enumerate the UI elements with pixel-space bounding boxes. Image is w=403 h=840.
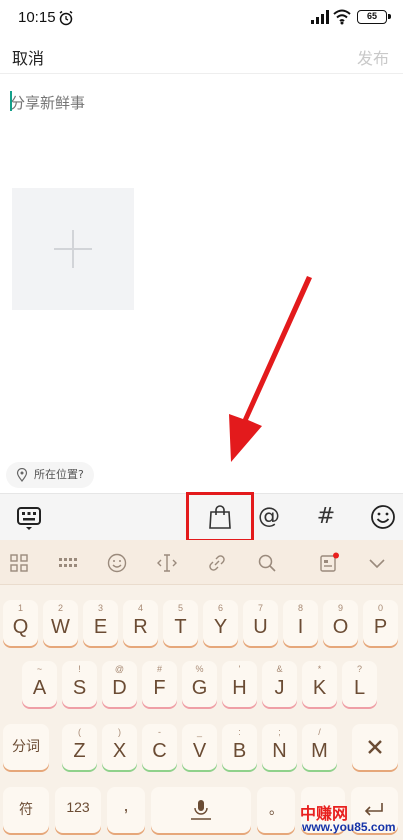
key-h[interactable]: ' H [222, 661, 257, 707]
location-button[interactable]: 所在位置? [6, 462, 94, 488]
cancel-button[interactable]: 取消 [12, 45, 44, 69]
key-n[interactable]: ; N [262, 724, 297, 770]
key-p[interactable]: 0P [363, 600, 398, 646]
status-time: 10:15 [18, 9, 56, 26]
key-u[interactable]: 7U [243, 600, 278, 646]
key-q[interactable]: 1Q [3, 600, 38, 646]
clipboard-icon[interactable] [318, 552, 340, 574]
symbol-key[interactable]: 符 [3, 787, 49, 833]
delete-key[interactable] [352, 724, 398, 770]
keyboard-toggle-icon[interactable] [14, 502, 44, 532]
key-r[interactable]: 4R [123, 600, 158, 646]
key-b[interactable]: :B [222, 724, 257, 770]
key-a[interactable]: ~ A [22, 661, 57, 707]
compose-text-input[interactable] [10, 88, 390, 118]
keyboard: 1Q 2W 3E 4R 5T 6Y 7U 8I 9O 0P ~ A ! S @ D #… [0, 540, 403, 840]
watermark: 中赚网 www.you85.com [300, 800, 400, 840]
signal-icon [311, 10, 329, 24]
delete-icon [368, 740, 382, 754]
add-image-button[interactable] [12, 188, 134, 310]
key-v[interactable]: _ V [182, 724, 217, 770]
highlight-box [186, 492, 254, 542]
location-pin-icon [16, 468, 28, 482]
topic-button[interactable]: # [311, 502, 341, 532]
location-label: 所在位置? [34, 468, 84, 481]
search-icon[interactable] [256, 552, 278, 574]
compose-header: 取消 发布 [0, 36, 403, 74]
key-l[interactable]: ? L [342, 661, 377, 707]
key-w[interactable]: 2W [43, 600, 78, 646]
number-key[interactable]: 123 [55, 787, 101, 833]
key-j[interactable]: & J [262, 661, 297, 707]
microphone-icon [191, 800, 211, 820]
key-z[interactable]: (Z [62, 724, 97, 770]
key-g[interactable]: % G [182, 661, 217, 707]
keyboard-toolbar [0, 540, 403, 585]
key-y[interactable]: 6Y [203, 600, 238, 646]
battery-icon: 65 [357, 10, 391, 24]
key-k[interactable]: * K [302, 661, 337, 707]
key-o[interactable]: 9O [323, 600, 358, 646]
alarm-clock-icon [59, 10, 73, 26]
key-d[interactable]: @ D [102, 661, 137, 707]
collapse-keyboard-icon[interactable] [366, 552, 388, 574]
split-word-key[interactable]: 分词 [3, 724, 49, 770]
watermark-url: www.you85.com [302, 820, 396, 834]
cursor-move-icon[interactable] [156, 552, 178, 574]
key-m[interactable]: / M [302, 724, 337, 770]
key-x[interactable]: ) X [102, 724, 137, 770]
emoji-icon[interactable] [368, 502, 398, 532]
key-e[interactable]: 3E [83, 600, 118, 646]
key-s[interactable]: ! S [62, 661, 97, 707]
space-key[interactable] [151, 787, 251, 833]
key-c[interactable]: -C [142, 724, 177, 770]
publish-button[interactable]: 发布 [357, 45, 389, 69]
period-key[interactable]: 。 [257, 787, 295, 833]
emoji-icon[interactable] [106, 552, 128, 574]
keyboard-layout-icon[interactable] [57, 552, 79, 574]
link-icon[interactable] [206, 552, 228, 574]
comma-key[interactable]: , [107, 787, 145, 833]
wifi-icon [333, 9, 351, 25]
apps-grid-icon[interactable] [8, 552, 30, 574]
text-cursor [10, 91, 12, 111]
key-i[interactable]: 8I [283, 600, 318, 646]
key-f[interactable]: # F [142, 661, 177, 707]
mention-button[interactable]: @ [254, 502, 284, 532]
key-t[interactable]: 5T [163, 600, 198, 646]
status-bar: 10:15 65 [0, 0, 403, 36]
